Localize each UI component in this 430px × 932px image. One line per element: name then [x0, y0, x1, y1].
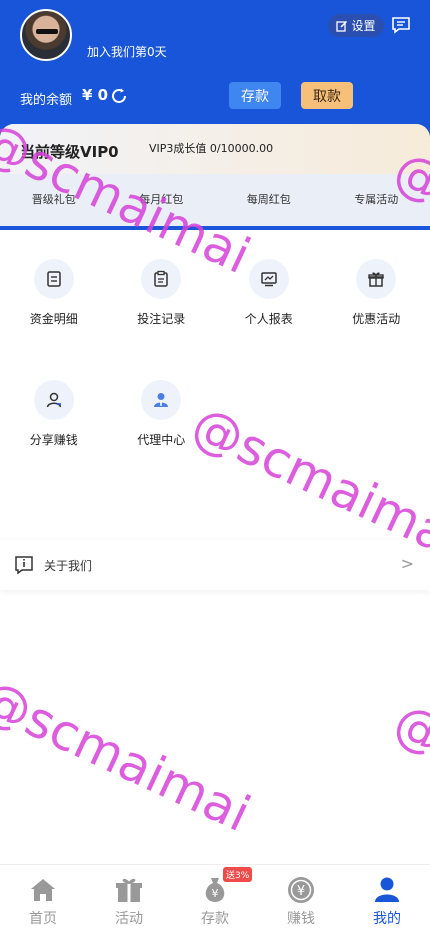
grid-label: 资金明细 [29, 312, 78, 326]
tab-exclusive-activity[interactable]: 专属活动 [323, 186, 430, 214]
vip-benefit-tabs: 晋级礼包 每月红包 每周红包 专属活动 [0, 186, 430, 214]
vip-level: 当前等级VIP0 [20, 143, 119, 161]
grid-label: 个人报表 [244, 312, 293, 326]
chevron-right-icon: > [400, 554, 414, 573]
info-icon [15, 556, 33, 575]
svg-text:¥: ¥ [212, 887, 219, 900]
watermark: @scmaimai [0, 668, 259, 844]
fund-detail-icon [33, 259, 74, 299]
tab-label: 存款 [201, 911, 229, 927]
vip-card-top: 当前等级VIP0 VIP3成长值 0/10000.00 [0, 124, 430, 174]
avatar[interactable] [20, 9, 72, 61]
tab-activity[interactable]: 活动 [86, 865, 172, 932]
about-us-label: 关于我们 [44, 558, 93, 573]
message-icon[interactable] [391, 16, 411, 34]
settings-label: 设置 [351, 19, 376, 33]
tab-mine[interactable]: 我的 [344, 865, 430, 932]
tab-label: 活动 [115, 911, 143, 927]
grid-item-bet-record[interactable]: 投注记录 [108, 259, 216, 327]
avatar-glasses [36, 29, 58, 34]
report-icon [248, 259, 289, 299]
agent-icon [141, 380, 182, 420]
share-icon [33, 380, 74, 420]
function-grid-row-2: 分享赚钱 代理中心 [0, 380, 430, 448]
balance-label: 我的余额 [20, 93, 73, 108]
user-icon [375, 877, 399, 902]
deposit-bonus-badge: 送3% [223, 867, 253, 882]
grid-item-share-earn[interactable]: 分享赚钱 [0, 380, 108, 448]
tab-weekly-redpacket[interactable]: 每周红包 [215, 186, 323, 214]
grid-item-promotions[interactable]: 优惠活动 [323, 259, 430, 327]
balance-value: ¥ 0 [82, 86, 109, 104]
bet-record-icon [141, 259, 182, 299]
tab-label: 赚钱 [287, 911, 315, 927]
tab-monthly-redpacket[interactable]: 每月红包 [108, 186, 216, 214]
svg-text:¥: ¥ [297, 884, 305, 899]
gift-box-icon [116, 878, 142, 902]
function-grid-row-1: 资金明细 投注记录 个人报表 优惠活动 [0, 259, 430, 327]
grid-label: 分享赚钱 [29, 433, 78, 447]
grid-label: 代理中心 [137, 433, 186, 447]
tab-label: 首页 [29, 911, 57, 927]
grid-item-personal-report[interactable]: 个人报表 [215, 259, 323, 327]
bottom-tab-bar: 首页 活动 ¥ 存款 ¥ 赚钱 我的 [0, 864, 430, 932]
grid-label: 优惠活动 [352, 312, 401, 326]
coin-icon: ¥ [288, 877, 314, 903]
watermark: @scmaimai [385, 692, 430, 868]
withdraw-button[interactable]: 取款 [301, 82, 353, 109]
tab-label: 我的 [373, 911, 401, 927]
tab-promotion-gift[interactable]: 晋级礼包 [0, 186, 108, 214]
tab-earn[interactable]: ¥ 赚钱 [258, 865, 344, 932]
join-days-text: 加入我们第0天 [87, 45, 167, 59]
vip-growth-value: VIP3成长值 0/10000.00 [149, 142, 274, 155]
grid-item-fund-detail[interactable]: 资金明细 [0, 259, 108, 327]
home-icon [31, 879, 55, 901]
tab-home[interactable]: 首页 [0, 865, 86, 932]
vip-card: 当前等级VIP0 VIP3成长值 0/10000.00 晋级礼包 每月红包 每周… [0, 124, 430, 226]
refresh-icon[interactable] [110, 87, 128, 105]
edit-icon [336, 20, 348, 32]
gift-icon [356, 259, 397, 299]
deposit-button[interactable]: 存款 [229, 82, 281, 109]
settings-button[interactable]: 设置 [328, 14, 384, 37]
about-us-row[interactable]: 关于我们 > [0, 540, 430, 590]
grid-item-agent-center[interactable]: 代理中心 [108, 380, 216, 448]
grid-label: 投注记录 [137, 312, 186, 326]
